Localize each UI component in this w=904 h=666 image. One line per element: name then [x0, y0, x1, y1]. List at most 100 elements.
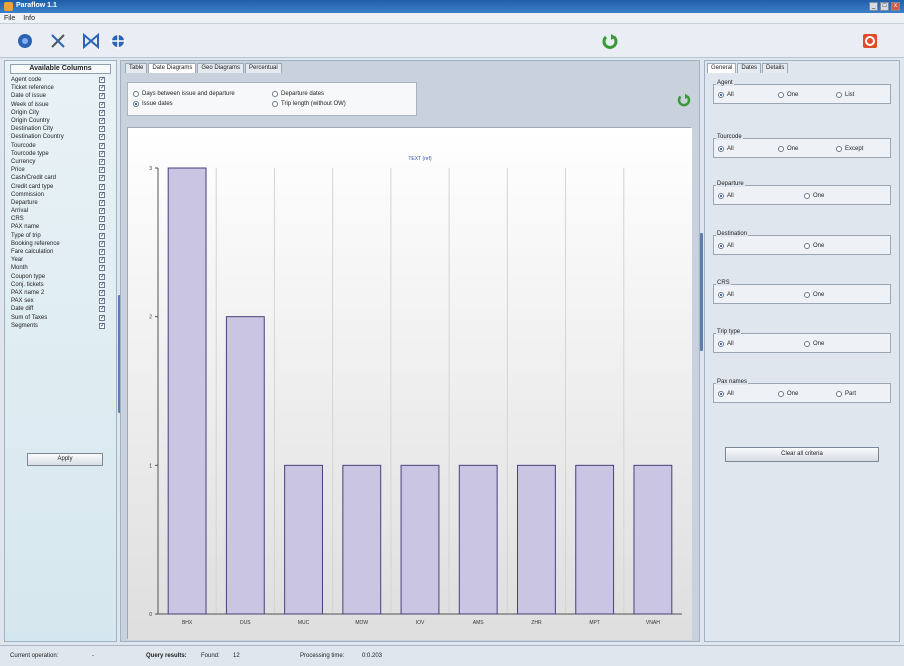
column-checkbox[interactable]: ✓ — [99, 85, 105, 92]
criteria-option[interactable]: All — [718, 292, 734, 298]
criteria-radio[interactable] — [718, 391, 724, 397]
column-item[interactable]: Tourcode ✓ — [5, 142, 116, 150]
column-checkbox[interactable]: ✓ — [99, 109, 105, 116]
column-item[interactable]: Departure ✓ — [5, 199, 116, 207]
column-checkbox[interactable]: ✓ — [99, 240, 105, 247]
criteria-option[interactable]: Except — [836, 146, 863, 152]
column-item[interactable]: Week of issue ✓ — [5, 101, 116, 109]
column-item[interactable]: Arrival ✓ — [5, 207, 116, 215]
column-item[interactable]: Date diff ✓ — [5, 305, 116, 313]
minimize-button[interactable]: _ — [869, 2, 878, 11]
option-trip-length[interactable]: Trip length (without OW) — [272, 101, 346, 107]
column-checkbox[interactable]: ✓ — [99, 167, 105, 174]
column-checkbox[interactable]: ✓ — [99, 150, 105, 157]
column-checkbox[interactable]: ✓ — [99, 224, 105, 231]
column-item[interactable]: Segments ✓ — [5, 322, 116, 330]
column-item[interactable]: Credit card type ✓ — [5, 182, 116, 190]
close-button[interactable]: x — [891, 2, 900, 11]
tab-table[interactable]: Table — [125, 63, 148, 73]
criteria-radio[interactable] — [804, 341, 810, 347]
criteria-radio[interactable] — [718, 92, 724, 98]
tab-details[interactable]: Details — [762, 63, 789, 73]
column-checkbox[interactable]: ✓ — [99, 126, 105, 133]
globe-icon[interactable] — [17, 33, 33, 49]
column-checkbox[interactable]: ✓ — [99, 175, 105, 182]
column-item[interactable]: Month ✓ — [5, 264, 116, 272]
column-item[interactable]: Tourcode type ✓ — [5, 150, 116, 158]
criteria-option[interactable]: One — [804, 292, 824, 298]
column-item[interactable]: Year ✓ — [5, 256, 116, 264]
column-checkbox[interactable]: ✓ — [99, 322, 105, 329]
criteria-option[interactable]: All — [718, 391, 734, 397]
tab-percentual[interactable]: Percentual — [245, 63, 282, 73]
criteria-radio[interactable] — [836, 391, 842, 397]
criteria-radio[interactable] — [778, 92, 784, 98]
column-checkbox[interactable]: ✓ — [99, 306, 105, 313]
column-item[interactable]: Fare calculation ✓ — [5, 248, 116, 256]
chart-refresh-icon[interactable] — [677, 93, 691, 109]
column-checkbox[interactable]: ✓ — [99, 183, 105, 190]
criteria-radio[interactable] — [836, 146, 842, 152]
column-item[interactable]: Currency ✓ — [5, 158, 116, 166]
criteria-radio[interactable] — [778, 146, 784, 152]
criteria-radio[interactable] — [778, 391, 784, 397]
criteria-radio[interactable] — [718, 292, 724, 298]
criteria-option[interactable]: All — [718, 92, 734, 98]
bowtie-icon[interactable] — [83, 33, 99, 49]
column-item[interactable]: Cash/Credit card ✓ — [5, 174, 116, 182]
right-splitter[interactable] — [700, 233, 703, 351]
radio-days-between[interactable] — [133, 91, 139, 97]
tab-date-diagrams[interactable]: Date Diagrams — [148, 63, 197, 73]
criteria-option[interactable]: List — [836, 92, 854, 98]
column-checkbox[interactable]: ✓ — [99, 314, 105, 321]
criteria-option[interactable]: One — [804, 341, 824, 347]
option-days-between[interactable]: Days between issue and departure — [133, 91, 235, 97]
column-item[interactable]: PAX name 2 ✓ — [5, 289, 116, 297]
column-item[interactable]: Coupon type ✓ — [5, 273, 116, 281]
criteria-radio[interactable] — [718, 243, 724, 249]
criteria-option[interactable]: One — [804, 243, 824, 249]
refresh-icon[interactable] — [602, 33, 618, 49]
column-checkbox[interactable]: ✓ — [99, 265, 105, 272]
criteria-radio[interactable] — [718, 146, 724, 152]
column-item[interactable]: Origin Country ✓ — [5, 117, 116, 125]
criteria-radio[interactable] — [804, 193, 810, 199]
column-checkbox[interactable]: ✓ — [99, 208, 105, 215]
criteria-option[interactable]: One — [778, 92, 798, 98]
column-checkbox[interactable]: ✓ — [99, 93, 105, 100]
column-item[interactable]: Commission ✓ — [5, 191, 116, 199]
radio-departure-dates[interactable] — [272, 91, 278, 97]
column-item[interactable]: Agent code ✓ — [5, 76, 116, 84]
criteria-radio[interactable] — [804, 243, 810, 249]
option-departure-dates[interactable]: Departure dates — [272, 91, 324, 97]
criteria-option[interactable]: One — [778, 146, 798, 152]
menu-file[interactable]: File — [4, 15, 15, 22]
tab-dates[interactable]: Dates — [737, 63, 762, 73]
column-item[interactable]: Conj. tickets ✓ — [5, 281, 116, 289]
criteria-option[interactable]: Part — [836, 391, 856, 397]
column-checkbox[interactable]: ✓ — [99, 134, 105, 141]
column-checkbox[interactable]: ✓ — [99, 298, 105, 305]
criteria-option[interactable]: All — [718, 146, 734, 152]
criteria-radio[interactable] — [804, 292, 810, 298]
column-checkbox[interactable]: ✓ — [99, 142, 105, 149]
column-checkbox[interactable]: ✓ — [99, 289, 105, 296]
column-checkbox[interactable]: ✓ — [99, 199, 105, 206]
criteria-option[interactable]: One — [778, 391, 798, 397]
maximize-button[interactable]: □ — [880, 2, 889, 11]
column-item[interactable]: Date of issue ✓ — [5, 92, 116, 100]
column-checkbox[interactable]: ✓ — [99, 281, 105, 288]
column-item[interactable]: Type of trip ✓ — [5, 232, 116, 240]
criteria-radio[interactable] — [718, 193, 724, 199]
column-item[interactable]: Destination City ✓ — [5, 125, 116, 133]
column-checkbox[interactable]: ✓ — [99, 216, 105, 223]
menu-info[interactable]: Info — [23, 15, 35, 22]
network-icon[interactable] — [110, 33, 126, 49]
apply-button[interactable]: Apply — [27, 453, 103, 466]
tools-icon[interactable] — [50, 33, 66, 49]
column-item[interactable]: CRS ✓ — [5, 215, 116, 223]
column-item[interactable]: PAX name ✓ — [5, 223, 116, 231]
column-checkbox[interactable]: ✓ — [99, 257, 105, 264]
tab-geo-diagrams[interactable]: Geo Diagrams — [197, 63, 245, 73]
option-issue-dates[interactable]: Issue dates — [133, 101, 173, 107]
